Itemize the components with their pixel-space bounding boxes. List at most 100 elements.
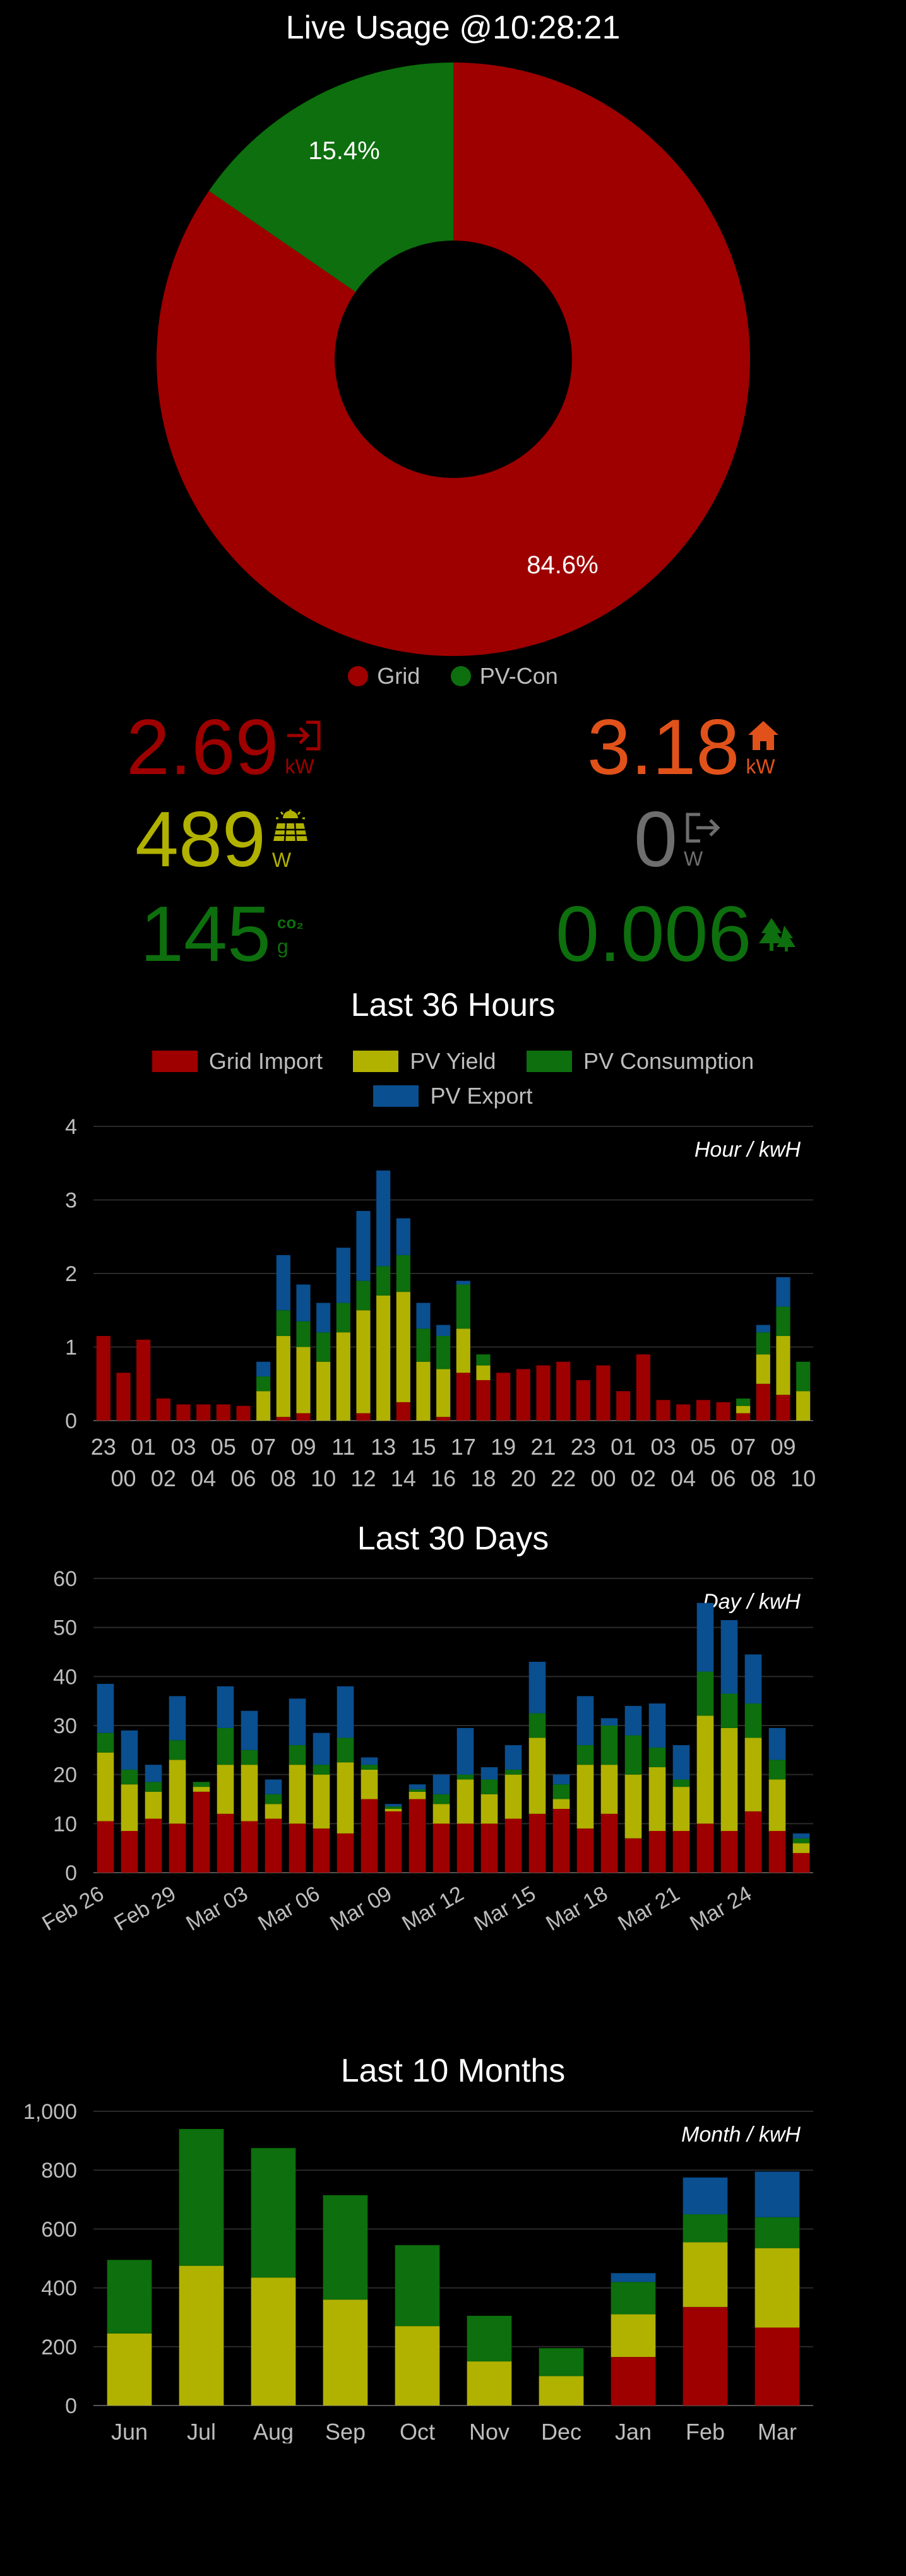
bar-segment-grid-import[interactable] xyxy=(216,1404,230,1421)
bar-segment-grid-import[interactable] xyxy=(576,1828,594,1873)
bar-segment-pv-export[interactable] xyxy=(600,1718,618,1726)
bar-segment-pv-export[interactable] xyxy=(672,1745,690,1780)
bar-segment-pv-yield[interactable] xyxy=(396,1292,410,1402)
bar-segment-pv-export[interactable] xyxy=(552,1774,570,1785)
bar-segment-pv-yield[interactable] xyxy=(145,1791,162,1819)
bar-segment-grid-import[interactable] xyxy=(576,1380,590,1421)
bar-segment-pv-export[interactable] xyxy=(313,1732,330,1765)
bar-segment-pv-yield[interactable] xyxy=(796,1391,811,1421)
bar-segment-pv-consumption[interactable] xyxy=(456,1774,474,1780)
bar-segment-pv-consumption[interactable] xyxy=(552,1784,570,1799)
bar-segment-grid-import[interactable] xyxy=(744,1811,762,1873)
bar-segment-grid-import[interactable] xyxy=(716,1402,730,1421)
bar-segment-grid-import[interactable] xyxy=(496,1373,511,1421)
bar-segment-pv-yield[interactable] xyxy=(296,1347,311,1414)
bar-segment-pv-consumption[interactable] xyxy=(396,1255,410,1292)
bar-segment-pv-export[interactable] xyxy=(337,1686,354,1738)
bar-segment-grid-import[interactable] xyxy=(361,1799,378,1873)
bar-segment-pv-export[interactable] xyxy=(416,1303,431,1329)
bar-segment-grid-import[interactable] xyxy=(556,1361,571,1421)
bar-segment-pv-consumption[interactable] xyxy=(456,1284,470,1329)
bar-segment-pv-export[interactable] xyxy=(384,1804,402,1807)
bar-segment-pv-yield[interactable] xyxy=(276,1336,290,1417)
bar-segment-pv-yield[interactable] xyxy=(193,1787,210,1792)
bar-segment-pv-yield[interactable] xyxy=(648,1767,666,1831)
bar-segment-grid-import[interactable] xyxy=(480,1823,498,1873)
bar-segment-grid-import[interactable] xyxy=(682,2306,728,2406)
bar-segment-grid-import[interactable] xyxy=(97,1821,114,1873)
bar-segment-grid-import[interactable] xyxy=(648,1830,666,1873)
bar-segment-pv-yield[interactable] xyxy=(336,1332,350,1421)
bar-segment-grid-import[interactable] xyxy=(116,1373,131,1421)
bar-segment-grid-import[interactable] xyxy=(696,1823,714,1873)
bar-segment-pv-export[interactable] xyxy=(756,1325,770,1333)
bar-segment-pv-consumption[interactable] xyxy=(107,2260,152,2334)
bar-segment-pv-yield[interactable] xyxy=(265,1804,282,1819)
bar-segment-grid-import[interactable] xyxy=(476,1380,491,1421)
bar-segment-grid-import[interactable] xyxy=(616,1391,631,1421)
bar-segment-pv-export[interactable] xyxy=(624,1705,642,1736)
bar-segment-grid-import[interactable] xyxy=(156,1398,170,1421)
bar-segment-pv-export[interactable] xyxy=(744,1654,762,1704)
bar-segment-pv-export[interactable] xyxy=(121,1730,138,1770)
bar-segment-pv-export[interactable] xyxy=(648,1703,666,1748)
bar-segment-pv-yield[interactable] xyxy=(682,2242,728,2307)
bar-segment-pv-export[interactable] xyxy=(456,1727,474,1775)
bar-segment-pv-consumption[interactable] xyxy=(179,2128,224,2266)
bar-segment-pv-yield[interactable] xyxy=(456,1328,470,1373)
bar-segment-pv-export[interactable] xyxy=(217,1686,234,1728)
bar-segment-grid-import[interactable] xyxy=(656,1400,671,1421)
bar-segment-grid-import[interactable] xyxy=(756,1383,770,1421)
bar-segment-pv-consumption[interactable] xyxy=(672,1779,690,1787)
bar-segment-pv-yield[interactable] xyxy=(107,2333,152,2406)
bar-segment-pv-export[interactable] xyxy=(792,1833,810,1839)
bar-segment-pv-yield[interactable] xyxy=(624,1774,642,1839)
bar-segment-pv-export[interactable] xyxy=(720,1620,738,1694)
bar-segment-pv-yield[interactable] xyxy=(256,1391,271,1421)
legend-pv-consumption[interactable]: PV Consumption xyxy=(526,1048,754,1075)
bar-segment-pv-yield[interactable] xyxy=(323,2299,368,2406)
bar-segment-grid-import[interactable] xyxy=(611,2357,656,2406)
bar-segment-grid-import[interactable] xyxy=(552,1809,570,1873)
bar-segment-pv-consumption[interactable] xyxy=(169,1740,186,1760)
bar-segment-grid-import[interactable] xyxy=(456,1823,474,1873)
bar-segment-grid-import[interactable] xyxy=(720,1830,738,1873)
bar-segment-pv-consumption[interactable] xyxy=(337,1738,354,1763)
bar-segment-pv-yield[interactable] xyxy=(337,1762,354,1834)
bar-segment-pv-export[interactable] xyxy=(97,1683,114,1733)
bar-segment-pv-export[interactable] xyxy=(776,1277,790,1307)
bar-segment-pv-export[interactable] xyxy=(145,1765,162,1782)
bar-segment-pv-yield[interactable] xyxy=(736,1405,751,1414)
bar-segment-pv-consumption[interactable] xyxy=(193,1782,210,1787)
bar-segment-pv-consumption[interactable] xyxy=(539,2348,584,2376)
bar-segment-pv-consumption[interactable] xyxy=(251,2148,296,2278)
legend-grid[interactable]: Grid xyxy=(348,663,420,689)
bar-segment-pv-yield[interactable] xyxy=(376,1295,391,1421)
bar-segment-pv-yield[interactable] xyxy=(121,1784,138,1831)
bar-segment-pv-export[interactable] xyxy=(436,1325,451,1337)
bar-segment-pv-consumption[interactable] xyxy=(476,1354,491,1366)
bar-segment-grid-import[interactable] xyxy=(672,1830,690,1873)
bar-segment-pv-export[interactable] xyxy=(361,1757,378,1765)
bar-segment-pv-yield[interactable] xyxy=(432,1804,450,1824)
bar-segment-pv-export[interactable] xyxy=(682,2177,728,2215)
bar-segment-pv-export[interactable] xyxy=(276,1255,290,1311)
bar-segment-pv-yield[interactable] xyxy=(356,1310,371,1414)
bar-segment-pv-export[interactable] xyxy=(768,1727,786,1760)
bar-segment-pv-consumption[interactable] xyxy=(316,1332,331,1362)
bar-segment-pv-yield[interactable] xyxy=(436,1369,451,1417)
bar-segment-pv-consumption[interactable] xyxy=(744,1703,762,1738)
bar-segment-pv-consumption[interactable] xyxy=(736,1398,751,1406)
bar-segment-grid-import[interactable] xyxy=(136,1339,151,1421)
bar-segment-grid-import[interactable] xyxy=(596,1365,611,1421)
bar-segment-grid-import[interactable] xyxy=(676,1404,691,1421)
bar-segment-pv-consumption[interactable] xyxy=(504,1769,522,1775)
bar-segment-grid-import[interactable] xyxy=(528,1813,546,1873)
bar-segment-pv-yield[interactable] xyxy=(768,1779,786,1831)
bar-segment-pv-consumption[interactable] xyxy=(121,1769,138,1785)
bar-segment-pv-export[interactable] xyxy=(316,1303,331,1333)
bar-segment-pv-yield[interactable] xyxy=(611,2314,656,2358)
bar-segment-pv-consumption[interactable] xyxy=(754,2217,800,2248)
bar-segment-pv-consumption[interactable] xyxy=(336,1303,350,1333)
bar-segment-grid-import[interactable] xyxy=(265,1818,282,1873)
